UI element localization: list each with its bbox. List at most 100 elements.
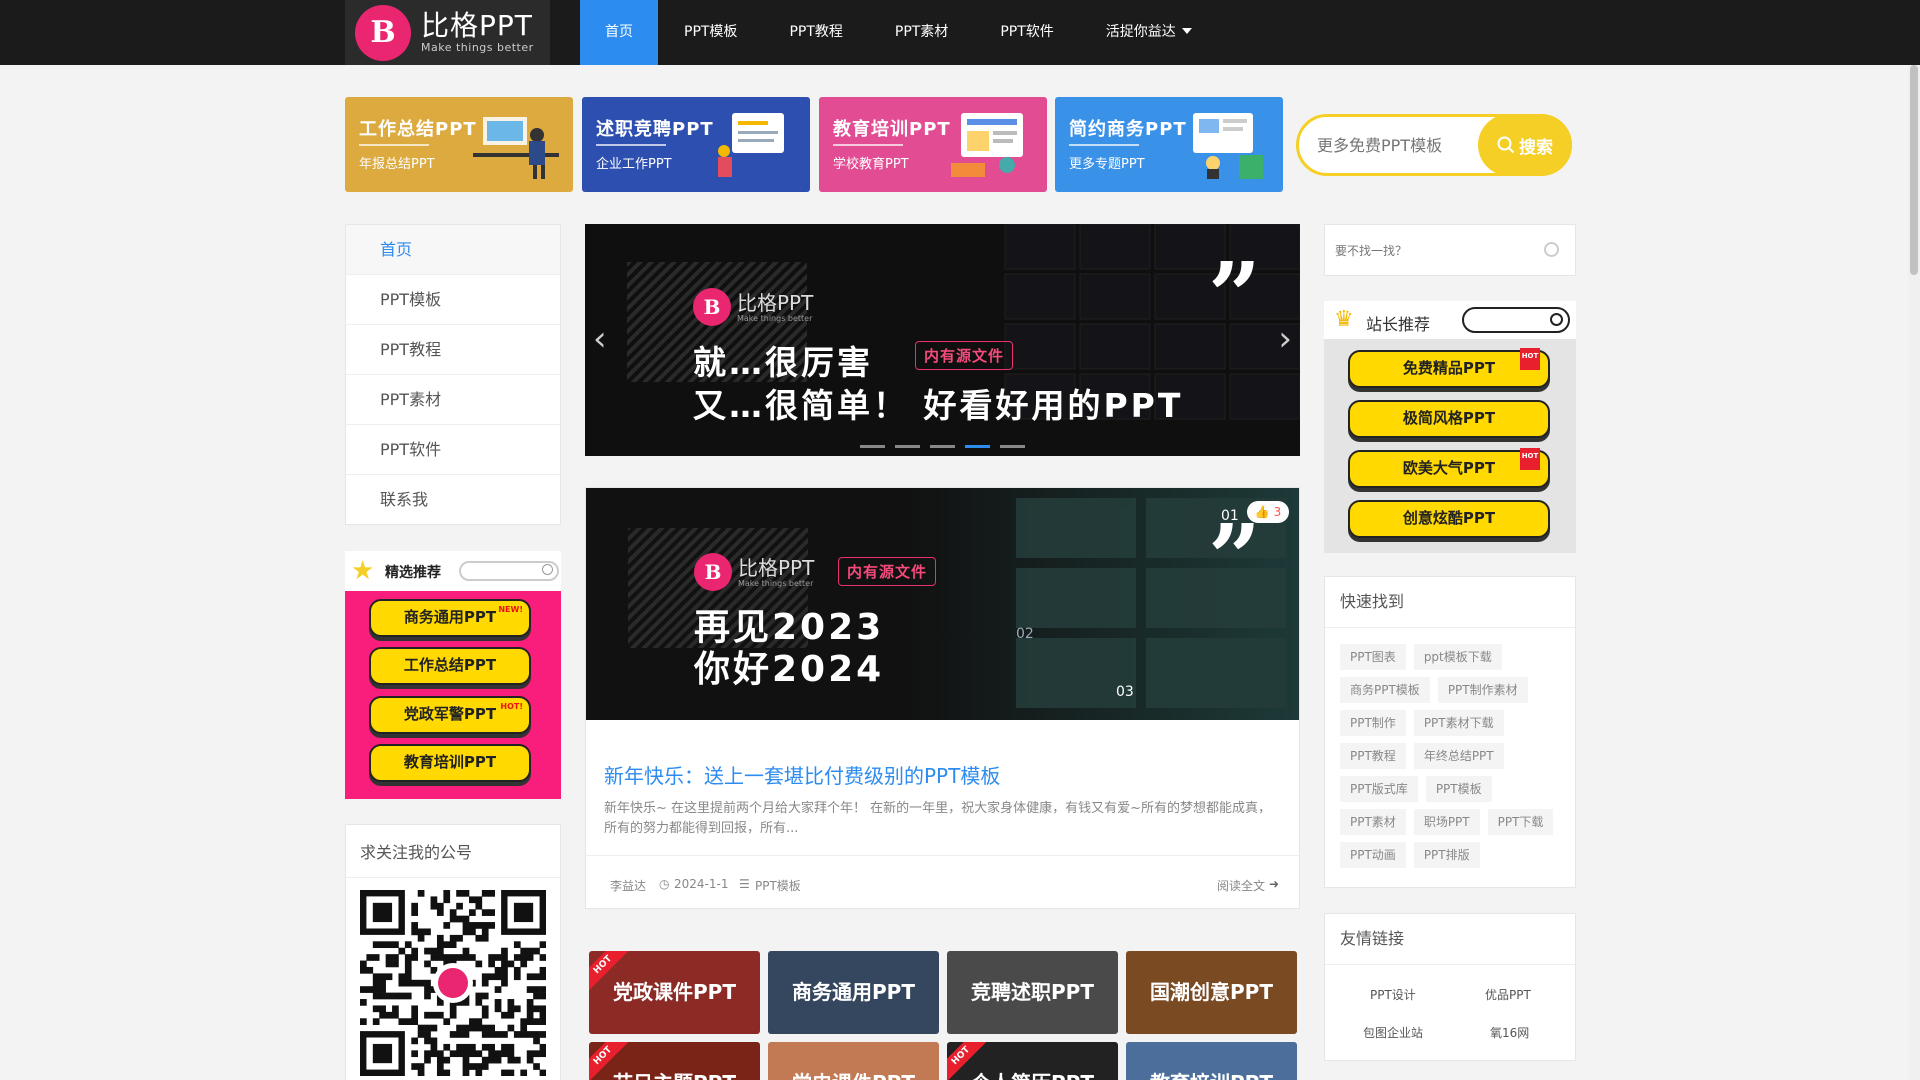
wechat-qr-widget: 求关注我的公号 [345,824,561,1080]
side-menu-home[interactable]: 首页 [346,225,560,275]
quick-tag[interactable]: 年终总结PPT [1413,743,1504,769]
side-menu-ppt-materials[interactable]: PPT素材 [346,375,560,425]
recommend-title: 站长推荐 [1366,315,1431,334]
quick-tag[interactable]: 职场PPT [1413,809,1480,835]
topic-thumb[interactable]: 党政课件PPT HOT [589,951,760,1034]
pick-business-general-button[interactable]: 商务通用PPT NEW! [369,599,531,637]
search-icon[interactable] [1544,242,1559,257]
friend-link[interactable]: 包图企业站 [1363,1024,1423,1041]
topic-thumb[interactable]: 党史课件PPT [768,1042,939,1080]
template-search-input[interactable] [1317,131,1477,159]
thumb-label: 教育培训PPT [1150,1071,1273,1080]
quick-tag[interactable]: PPT素材 [1340,809,1406,835]
recommend-western-style-button[interactable]: 欧美大气PPT HOT [1348,448,1550,488]
carousel-dot[interactable] [860,445,885,448]
friend-link[interactable]: 氧16网 [1490,1024,1529,1041]
nav-ppt-software[interactable]: PPT软件 [974,0,1079,65]
carousel-next-button[interactable]: › [1278,322,1292,356]
post-excerpt: 新年快乐~ 在这里提前两个月给大家拜个年！ 在新的一年里，祝大家身体健康，有钱又… [604,801,1272,836]
quick-tag[interactable]: PPT教程 [1340,743,1406,769]
thumb-label: 节日主题PPT [613,1071,736,1080]
recommend-creative-button[interactable]: 创意炫酷PPT [1348,500,1550,538]
friend-links-title: 友情链接 [1325,914,1575,965]
category-banner-education[interactable]: 教育培训PPT 学校教育PPT [819,97,1047,192]
category-banner-business[interactable]: 简约商务PPT 更多专题PPT [1055,97,1283,192]
category-banner-job-competition[interactable]: 述职竞聘PPT 企业工作PPT [582,97,810,192]
post-category[interactable]: PPT模板 [755,877,801,894]
pick-education-button[interactable]: 教育培训PPT [369,744,531,782]
quick-tag[interactable]: PPT排版 [1413,842,1480,868]
quick-tag[interactable]: PPT模板 [1425,776,1492,802]
recommend-label: 极简风格PPT [1402,409,1496,427]
tag-cloud: PPT图表 ppt模板下载商务PPT模板 PPT制作素材 PPT制作 PPT素材下载 PP… [1340,644,1565,868]
quick-tag[interactable]: PPT素材下载 [1413,710,1504,736]
site-logo[interactable]: B 比格PPT Make things better [345,0,550,65]
nav-author-label: 活捉你益达 [1105,24,1176,40]
topic-thumb[interactable]: 竞聘述职PPT [947,951,1118,1034]
template-search-button[interactable]: 搜索 [1478,114,1572,176]
page-scrollbar[interactable] [1908,65,1920,1080]
recommend-minimal-style-button[interactable]: 极简风格PPT [1348,400,1550,438]
clock-icon: ◷ [659,877,670,891]
quick-tag[interactable]: 商务PPT模板 [1340,677,1430,703]
pick-work-summary-button[interactable]: 工作总结PPT [369,647,531,685]
carousel-dot[interactable] [1000,445,1025,448]
carousel-dot[interactable] [930,445,955,448]
recommend-free-premium-button[interactable]: 免费精品PPT HOT [1348,348,1550,388]
qr-code-image [360,890,546,1076]
quick-tag[interactable]: PPT动画 [1340,842,1406,868]
topic-thumb[interactable]: 个人简历PPTHOT [947,1042,1118,1080]
chevron-right-icon: ➜ [1268,877,1279,891]
pick-party-government-button[interactable]: 党政军警PPT HOT! [369,696,531,734]
nav-ppt-tutorials[interactable]: PPT教程 [763,0,868,65]
new-badge: NEW! [498,605,523,614]
desk-illustration-icon [473,117,559,179]
category-title: 工作总结PPT [359,119,477,140]
nav-ppt-materials[interactable]: PPT素材 [869,0,974,65]
post-title-link[interactable]: 新年快乐：送上一套堪比付费级别的PPT模板 [604,760,1000,789]
nav-home[interactable]: 首页 [580,0,658,65]
side-menu-ppt-tutorials[interactable]: PPT教程 [346,325,560,375]
post-thumbnail[interactable]: B 比格PPT Make things better 内有源文件 再见2023 你… [586,488,1299,720]
quick-tag[interactable]: ppt模板下载 [1413,644,1502,670]
friend-link[interactable]: 优品PPT [1485,986,1531,1003]
side-menu-contact[interactable]: 联系我 [346,475,560,525]
like-button[interactable]: 👍 3 [1247,501,1289,523]
carousel-prev-button[interactable]: ‹ [593,322,607,356]
main-nav: 首页 PPT模板 PPT教程 PPT素材 PPT软件 活捉你益达 [580,0,1218,65]
carousel-dot[interactable] [895,445,920,448]
scrollbar-thumb[interactable] [1910,65,1918,275]
sidebar-search-input[interactable] [1335,241,1525,261]
caret-down-icon [1181,28,1192,34]
quick-tag[interactable]: PPT制作 [1340,710,1406,736]
quick-tag[interactable]: PPT版式库 [1340,776,1418,802]
category-title: 述职竞聘PPT [596,119,714,140]
featured-picks-widget: ★ 精选推荐 商务通用PPT NEW! 工作总结PPT 党政军警PPT HOT! 教… [345,551,561,799]
pick-label: 教育培训PPT [403,753,497,771]
hero-carousel[interactable]: B 比格PPT Make things better ” 就…很厉害 内有源文件 … [585,224,1300,456]
thumb-label: 商务通用PPT [792,980,915,1004]
side-menu-ppt-software[interactable]: PPT软件 [346,425,560,475]
brand-tagline: Make things better [737,313,813,323]
category-banner-work-summary[interactable]: 工作总结PPT 年报总结PPT [345,97,573,192]
quick-tag[interactable]: PPT图表 [1340,644,1406,670]
quick-tag[interactable]: PPT下载 [1487,809,1554,835]
quick-tag[interactable]: PPT制作素材 [1437,677,1528,703]
recommend-search[interactable] [1462,307,1570,333]
topic-thumb[interactable]: 教育培训PPT [1126,1042,1297,1080]
topic-thumb[interactable]: 商务通用PPT [768,951,939,1034]
topic-thumb[interactable]: 节日主题PPTHOT [589,1042,760,1080]
category-subtitle: 年报总结PPT [359,157,435,172]
nav-ppt-templates[interactable]: PPT模板 [658,0,763,65]
side-menu-ppt-templates[interactable]: PPT模板 [346,275,560,325]
pick-label: 工作总结PPT [403,656,497,674]
friend-link[interactable]: PPT设计 [1370,986,1416,1003]
featured-picks-search[interactable] [459,561,559,581]
read-more-link[interactable]: 阅读全文 [1217,877,1265,894]
post-author[interactable]: 李益达 [610,877,646,894]
carousel-dot-active[interactable] [965,445,990,448]
topic-thumb[interactable]: 国潮创意PPT [1126,951,1297,1034]
list-icon: ☰ [739,877,750,891]
recommend-label: 欧美大气PPT [1402,459,1496,477]
nav-author-dropdown[interactable]: 活捉你益达 [1080,0,1218,65]
